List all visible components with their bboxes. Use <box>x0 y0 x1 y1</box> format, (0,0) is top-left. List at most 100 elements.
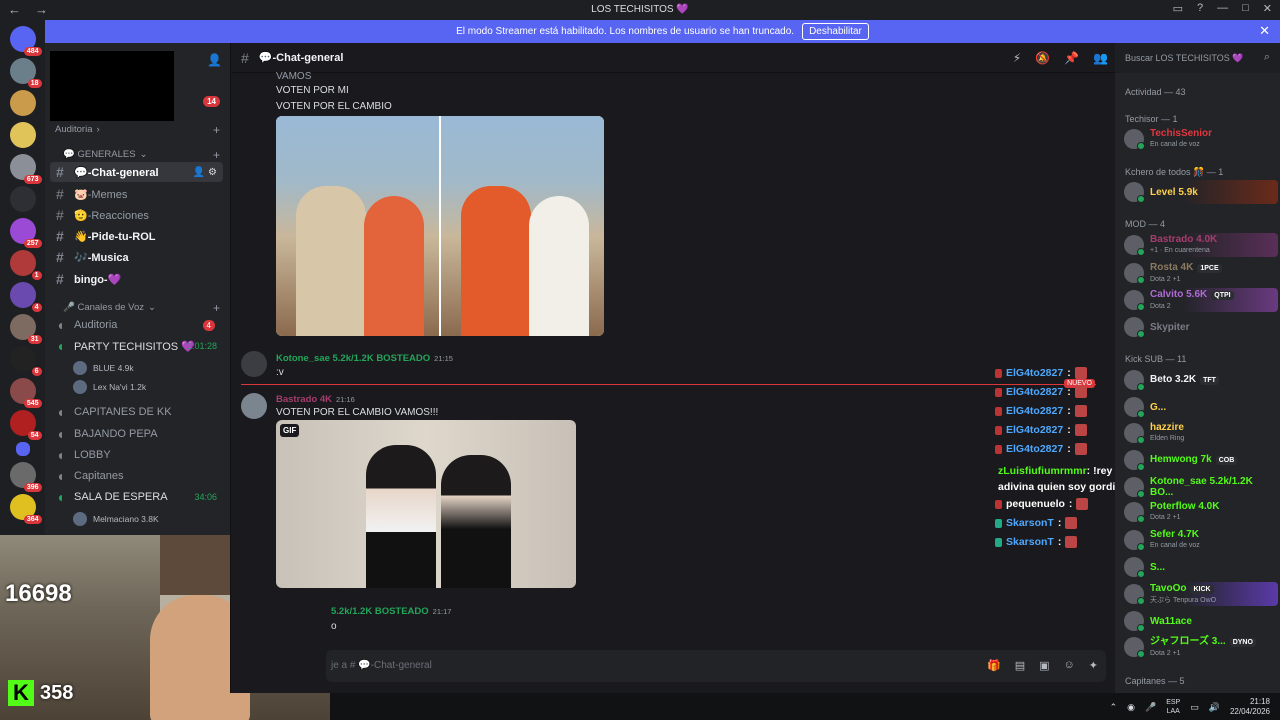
channel-pide-tu-rol[interactable]: # 👋-Pide-tu-ROL <box>50 226 223 246</box>
member-item[interactable]: S... <box>1120 555 1278 579</box>
invite-people-icon[interactable]: 👤 <box>207 53 222 67</box>
add-channel-icon[interactable]: + <box>213 301 220 315</box>
server-badge: 364 <box>23 515 42 524</box>
members-list-icon[interactable]: 👥 <box>1093 51 1108 65</box>
chevron-up-icon[interactable]: ⌃ <box>1110 702 1118 713</box>
server-icon[interactable]: 257 <box>9 218 42 248</box>
server-icon[interactable] <box>9 186 36 212</box>
inbox-icon[interactable]: ▭ <box>1173 2 1183 15</box>
server-icon[interactable]: 364 <box>9 494 42 524</box>
overlay-text: : <box>1068 498 1073 510</box>
member-item[interactable]: TechisSenior En canal de voz <box>1120 127 1278 151</box>
member-item[interactable]: Bastrado 4.0K +1 · En cuarentena <box>1120 233 1278 257</box>
activity-header[interactable]: Actividad — 43 <box>1125 87 1186 97</box>
channel-label: 🫡-Reacciones <box>74 209 149 222</box>
channel-memes[interactable]: # 🐷-Memes <box>50 184 223 204</box>
voice-user[interactable]: BLUE 4.9k <box>73 361 134 375</box>
category-generales[interactable]: 💬 GENERALES ⌄ + <box>55 148 220 162</box>
add-channel-icon[interactable]: + <box>213 123 220 137</box>
emoji-icon[interactable]: ☺ <box>1064 659 1075 672</box>
server-icon[interactable]: 4 <box>9 282 42 312</box>
avatar[interactable] <box>241 393 267 419</box>
message-author[interactable]: Bastrado 4K 21:16 <box>276 394 355 405</box>
member-item[interactable]: Hemwong 7k COB <box>1120 448 1278 472</box>
gift-icon[interactable]: 🎁 <box>987 659 1001 672</box>
avatar[interactable] <box>241 351 267 377</box>
server-icon[interactable]: 6 <box>9 346 42 376</box>
pin-icon[interactable]: 📌 <box>1064 51 1079 65</box>
server-icon[interactable]: 18 <box>9 58 42 88</box>
voice-capitanes[interactable]: ◖ Capitanes <box>50 466 223 486</box>
volume-icon[interactable]: 🔊 <box>1209 702 1220 713</box>
monitor-icon[interactable]: ▭ <box>1190 702 1199 713</box>
member-item[interactable]: Calvito 5.6K QTPI Dota 2 <box>1120 288 1278 312</box>
gif-attachment[interactable]: GIF <box>276 420 576 588</box>
channel-chat-general[interactable]: # 💬-Chat-general 👤 ⚙ <box>50 162 223 182</box>
member-item[interactable]: Level 5.9k <box>1120 180 1278 204</box>
message-author[interactable]: Kotone_sae 5.2k/1.2K BOSTEADO 21:15 <box>276 353 453 364</box>
notifications-icon[interactable]: 🔕 <box>1035 51 1050 65</box>
channel-musica[interactable]: # 🎶-Musica <box>50 247 223 267</box>
network-icon[interactable]: ◉ <box>1127 702 1135 713</box>
server-icon[interactable]: 396 <box>9 462 42 492</box>
server-icon[interactable]: 31 <box>9 314 42 344</box>
member-item[interactable]: Skypiter <box>1120 315 1278 339</box>
sticker-icon[interactable]: ▣ <box>1039 659 1049 672</box>
voice-sala-espera[interactable]: ◖ SALA DE ESPERA 34:06 <box>50 487 223 507</box>
overlay-user: ElG4to2827 <box>1006 386 1064 398</box>
channel-bingo[interactable]: # bingo-💜 <box>50 269 223 289</box>
message-composer[interactable]: je a # 💬-Chat-general 🎁 ▤ ▣ ☺ ✦ <box>326 650 1106 682</box>
member-item[interactable]: G... <box>1120 395 1278 419</box>
member-item[interactable]: Kotone_sae 5.2k/1.2K BO... <box>1120 475 1278 499</box>
server-search[interactable]: Buscar LOS TECHISITOS 💜 ⌕ <box>1115 43 1280 73</box>
threads-icon[interactable]: ⚡ <box>1013 51 1021 65</box>
voice-lobby[interactable]: ◖ LOBBY <box>50 445 223 465</box>
member-item[interactable]: Rosta 4K 1PCE Dota 2 +1 <box>1120 261 1278 285</box>
maximize-icon[interactable]: □ <box>1242 2 1249 15</box>
server-icon[interactable]: 673 <box>9 154 42 184</box>
server-icon[interactable]: 54 <box>9 410 42 440</box>
voice-auditoria[interactable]: ◖ Auditoria 4 <box>50 315 223 335</box>
channel-settings-icon[interactable]: 👤 ⚙ <box>193 167 217 178</box>
folder-icon[interactable] <box>15 442 30 456</box>
server-icon[interactable] <box>9 90 36 116</box>
member-item[interactable]: Wa11ace <box>1120 609 1278 633</box>
add-channel-icon[interactable]: + <box>213 148 220 162</box>
close-window-icon[interactable]: ✕ <box>1263 2 1272 15</box>
channel-reacciones[interactable]: # 🫡-Reacciones <box>50 205 223 225</box>
home-server-icon[interactable]: 484 <box>9 26 42 56</box>
category-auditoria[interactable]: Auditoria › + <box>55 123 220 137</box>
voice-user[interactable]: Lex Na'vi 1.2k <box>73 380 146 394</box>
member-item[interactable]: TavoOo KICK 天ぷら Tenpura OwO <box>1120 582 1278 606</box>
server-icon[interactable]: 545 <box>9 378 42 408</box>
disable-streamer-button[interactable]: Deshabilitar <box>802 23 869 40</box>
new-messages-divider <box>241 384 1096 385</box>
clock-date: 22/04/2026 <box>1229 707 1270 716</box>
minimize-icon[interactable]: — <box>1217 2 1228 15</box>
voice-party-techisitos[interactable]: ◖ PARTY TECHISITOS 💜 1:01:28 <box>50 336 223 356</box>
member-item[interactable]: Poterflow 4.0K Dota 2 +1 <box>1120 500 1278 524</box>
member-item[interactable]: Beto 3.2K TFT <box>1120 368 1278 392</box>
category-voz[interactable]: 🎤 Canales de Voz ⌄ + <box>55 301 220 315</box>
stream-counter: 16698 <box>5 580 72 607</box>
clock[interactable]: 21:18 22/04/2026 <box>1230 697 1270 717</box>
close-banner-icon[interactable]: ✕ <box>1259 23 1270 39</box>
gif-icon[interactable]: ▤ <box>1015 659 1025 672</box>
member-item[interactable]: Sefer 4.7K En canal de voz <box>1120 528 1278 552</box>
server-icon[interactable] <box>9 122 36 148</box>
mic-icon[interactable]: 🎤 <box>1145 702 1156 713</box>
apps-icon[interactable]: ✦ <box>1089 659 1098 672</box>
member-item[interactable]: hazzire Elden Ring <box>1120 421 1278 445</box>
voice-capitanes-kk[interactable]: ◖ CAPITANES DE KK <box>50 402 223 422</box>
message-author[interactable]: 5.2k/1.2K BOSTEADO 21:17 <box>331 606 451 617</box>
voice-user-name: Lex Na'vi 1.2k <box>93 382 147 392</box>
attached-image[interactable] <box>276 116 604 336</box>
hash-icon: # <box>56 271 64 287</box>
help-icon[interactable]: ? <box>1197 2 1203 15</box>
member-item[interactable]: ジャフローズ 3... DYNO Dota 2 +1 <box>1120 635 1278 659</box>
server-icon[interactable]: 1 <box>9 250 42 280</box>
voice-bajando-pepa[interactable]: ◖ BAJANDO PEPA <box>50 424 223 444</box>
language-indicator[interactable]: ESP LAA <box>1166 698 1180 716</box>
voice-user[interactable]: Melmaciano 3.8K <box>73 512 159 526</box>
emote-icon <box>1076 498 1089 510</box>
